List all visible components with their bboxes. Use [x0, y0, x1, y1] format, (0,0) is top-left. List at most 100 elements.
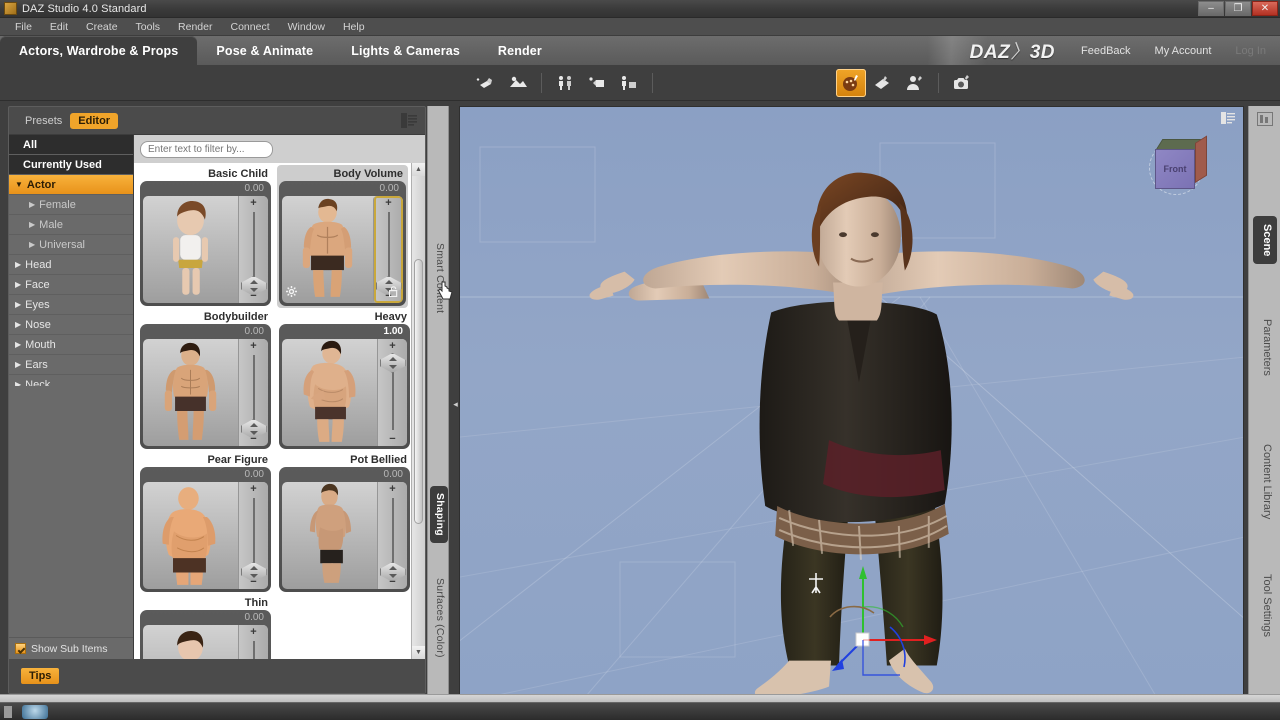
morph-thumbnail[interactable]: +−: [143, 625, 268, 659]
morph-slider[interactable]: +−: [377, 482, 407, 589]
translate-gizmo[interactable]: [460, 107, 1244, 702]
morph-card[interactable]: Thin 0.00 +−: [140, 596, 271, 659]
tree-expand-arrow-icon[interactable]: ▶: [29, 240, 35, 249]
panel-tab-editor[interactable]: Editor: [70, 112, 119, 129]
menu-edit[interactable]: Edit: [41, 21, 77, 33]
slider-increase-icon[interactable]: +: [378, 340, 407, 352]
tree-item-ears[interactable]: ▶ Ears: [9, 355, 133, 375]
tree-item-neck[interactable]: ▶ Neck: [9, 375, 133, 387]
morph-slider[interactable]: +−: [238, 482, 268, 589]
panel-options-icon[interactable]: [399, 111, 419, 129]
activity-tab-render[interactable]: Render: [479, 36, 561, 65]
morph-thumbnail[interactable]: +−: [143, 196, 268, 303]
morph-card[interactable]: Bodybuilder 0.00 + −: [140, 310, 271, 449]
dock-tab-surfaces-color[interactable]: Surfaces (Color): [430, 571, 448, 665]
tree-item-female[interactable]: ▶ Female: [9, 195, 133, 215]
tree-expand-arrow-icon[interactable]: ▶: [15, 360, 21, 369]
activity-tab-lights-cameras[interactable]: Lights & Cameras: [332, 36, 479, 65]
tips-button[interactable]: Tips: [21, 668, 60, 684]
tree-item-mouth[interactable]: ▶ Mouth: [9, 335, 133, 355]
morph-thumbnail[interactable]: +−: [282, 482, 407, 589]
slider-increase-icon[interactable]: +: [239, 483, 268, 495]
menu-help[interactable]: Help: [334, 21, 374, 33]
slider-handle[interactable]: [379, 353, 406, 373]
slider-decrease-icon[interactable]: −: [239, 576, 268, 588]
scroll-down-arrow[interactable]: ▼: [412, 646, 425, 659]
menu-file[interactable]: File: [6, 21, 41, 33]
slider-decrease-icon[interactable]: −: [239, 433, 268, 445]
morph-card[interactable]: Pear Figure 0.00 + −: [140, 453, 271, 592]
morph-settings-gear-icon[interactable]: [286, 286, 297, 300]
minimize-button[interactable]: –: [1198, 1, 1224, 16]
tree-expand-arrow-icon[interactable]: ▶: [15, 280, 21, 289]
slider-increase-icon[interactable]: +: [239, 626, 268, 638]
activity-tab-actors-wardrobe-props[interactable]: Actors, Wardrobe & Props: [0, 36, 198, 65]
menu-tools[interactable]: Tools: [127, 21, 170, 33]
show-sub-items-row[interactable]: Show Sub Items: [9, 637, 133, 659]
menu-render[interactable]: Render: [169, 21, 221, 33]
dock-tab-parameters[interactable]: Parameters: [1253, 311, 1277, 384]
morph-lock-icon[interactable]: [388, 286, 398, 300]
slider-decrease-icon[interactable]: −: [239, 290, 268, 302]
morph-slider[interactable]: +−: [238, 625, 268, 659]
tree-expand-arrow-icon[interactable]: ▶: [29, 220, 35, 229]
slider-track[interactable]: [391, 498, 394, 573]
tree-item-actor[interactable]: ▼ Actor: [9, 175, 133, 195]
filter-input[interactable]: [140, 140, 273, 158]
universal-tool-icon[interactable]: [836, 68, 866, 97]
panel-tab-presets[interactable]: Presets: [17, 113, 70, 129]
morph-slider[interactable]: +−: [238, 339, 268, 446]
my-account-link[interactable]: My Account: [1155, 45, 1212, 57]
morph-card[interactable]: Body Volume 0.00 + −: [277, 165, 408, 308]
panel-splitter-handle[interactable]: ◂: [452, 395, 459, 413]
tree-item-currently-used[interactable]: Currently Used: [9, 155, 133, 175]
menu-connect[interactable]: Connect: [222, 21, 279, 33]
surface-select-tool-icon[interactable]: [900, 69, 930, 97]
slider-increase-icon[interactable]: +: [378, 483, 407, 495]
menu-create[interactable]: Create: [77, 21, 127, 33]
tree-item-universal[interactable]: ▶ Universal: [9, 235, 133, 255]
right-dock-options-icon[interactable]: [1257, 112, 1273, 126]
log-in-link[interactable]: Log In: [1235, 45, 1266, 57]
render-camera-icon[interactable]: [947, 69, 977, 97]
morph-card[interactable]: Pot Bellied 0.00 + −: [279, 453, 410, 592]
slider-track[interactable]: [387, 212, 390, 287]
morph-slider[interactable]: +−: [238, 196, 268, 303]
tree-item-male[interactable]: ▶ Male: [9, 215, 133, 235]
slider-decrease-icon[interactable]: −: [378, 433, 407, 445]
maximize-button[interactable]: ❐: [1225, 1, 1251, 16]
new-scene-icon[interactable]: [503, 69, 533, 97]
fit-to-figure-icon[interactable]: [614, 69, 644, 97]
tree-item-face[interactable]: ▶ Face: [9, 275, 133, 295]
tree-item-head[interactable]: ▶ Head: [9, 255, 133, 275]
scrollbar-thumb[interactable]: [414, 259, 423, 524]
3d-viewport[interactable]: Front: [459, 106, 1244, 702]
show-sub-items-checkbox[interactable]: [15, 643, 26, 654]
tree-expand-arrow-icon[interactable]: ▶: [15, 260, 21, 269]
morph-thumbnail[interactable]: +−: [282, 196, 403, 303]
slider-increase-icon[interactable]: +: [374, 197, 403, 209]
morph-slider[interactable]: +−: [377, 339, 407, 446]
dock-tab-scene[interactable]: Scene: [1253, 216, 1277, 265]
bottom-scroll-strip[interactable]: [0, 694, 1280, 702]
tree-expand-arrow-icon[interactable]: ▶: [29, 200, 35, 209]
tree-expand-arrow-icon[interactable]: ▶: [15, 340, 21, 349]
tree-expand-arrow-icon[interactable]: ▶: [15, 320, 21, 329]
slider-decrease-icon[interactable]: −: [378, 576, 407, 588]
morph-card[interactable]: Basic Child 0.00 + −: [140, 167, 271, 306]
slider-track[interactable]: [252, 641, 255, 659]
feedback-link[interactable]: FeedBack: [1081, 45, 1131, 57]
tree-expand-arrow-icon[interactable]: ▼: [15, 180, 23, 189]
dock-tab-shaping[interactable]: Shaping: [430, 486, 448, 543]
new-primitive-icon[interactable]: [471, 69, 501, 97]
add-prop-icon[interactable]: [582, 69, 612, 97]
morph-thumbnail[interactable]: +−: [143, 339, 268, 446]
morph-slider[interactable]: +−: [373, 196, 403, 303]
tree-expand-arrow-icon[interactable]: ▶: [15, 300, 21, 309]
slider-increase-icon[interactable]: +: [239, 197, 268, 209]
dock-tab-tool-settings[interactable]: Tool Settings: [1253, 566, 1277, 645]
tree-item-eyes[interactable]: ▶ Eyes: [9, 295, 133, 315]
morph-card[interactable]: Heavy 1.00 + −: [279, 310, 410, 449]
tree-item-all[interactable]: All: [9, 135, 133, 155]
activity-tab-pose-animate[interactable]: Pose & Animate: [197, 36, 332, 65]
